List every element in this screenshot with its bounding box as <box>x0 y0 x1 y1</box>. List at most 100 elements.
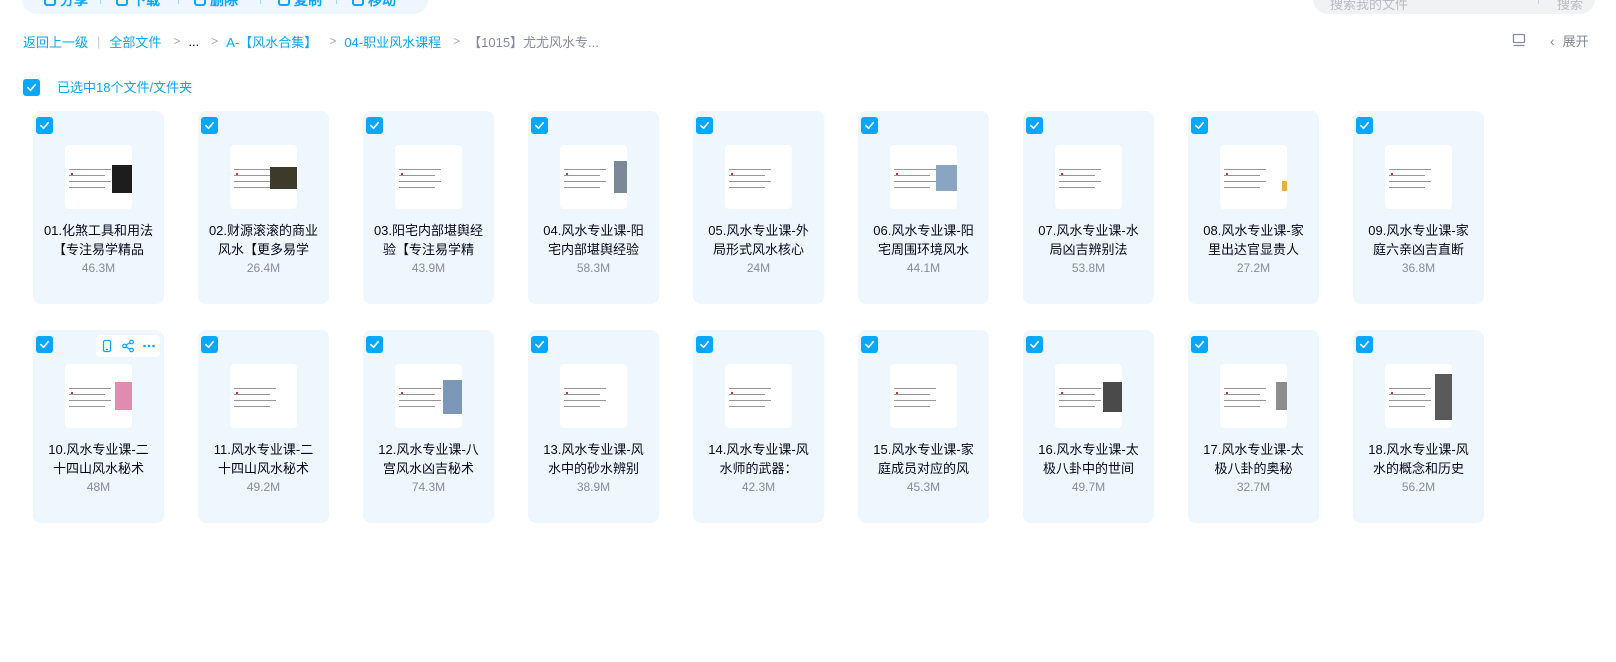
share-button[interactable]: 分享 <box>44 0 88 8</box>
file-card[interactable]: 01.化煞工具和用法 【专注易学精品 46.3M <box>33 111 164 304</box>
thumbnail-text-line <box>1059 394 1095 395</box>
file-card[interactable]: 06.风水专业课-阳 宅周围环境风水 44.1M <box>858 111 989 304</box>
file-card[interactable]: 14.风水专业课-风 水师的武器： 42.3M <box>693 330 824 523</box>
share-icon[interactable] <box>121 339 135 353</box>
file-card[interactable]: 08.风水专业课-家 里出达官显贵人 27.2M <box>1188 111 1319 304</box>
file-checkbox[interactable] <box>531 336 548 353</box>
thumbnail-text-line <box>1059 187 1095 188</box>
thumbnail-text-line <box>234 394 270 395</box>
file-checkbox[interactable] <box>1026 117 1043 134</box>
file-name[interactable]: 03.阳宅内部堪舆经 验【专注易学精 <box>371 221 486 259</box>
file-card[interactable]: 15.风水专业课-家 庭成员对应的风 45.3M <box>858 330 989 523</box>
file-name[interactable]: 01.化煞工具和用法 【专注易学精品 <box>41 221 156 259</box>
file-name[interactable]: 16.风水专业课-太 极八卦中的世间 <box>1031 440 1146 478</box>
file-name[interactable]: 10.风水专业课-二 十四山风水秘术 <box>41 440 156 478</box>
thumbnail-text-line <box>894 406 930 407</box>
file-name[interactable]: 06.风水专业课-阳 宅周围环境风水 <box>866 221 981 259</box>
thumbnail-text-line <box>1224 394 1260 395</box>
file-checkbox[interactable] <box>696 336 713 353</box>
download-button[interactable]: 下载 <box>116 0 160 8</box>
file-name[interactable]: 12.风水专业课-八 宫风水凶吉秘术 <box>371 440 486 478</box>
file-name-line: 庭六亲凶吉直断 <box>1372 242 1464 257</box>
file-checkbox[interactable] <box>201 336 218 353</box>
file-checkbox[interactable] <box>201 117 218 134</box>
file-checkbox[interactable] <box>1356 117 1373 134</box>
file-checkbox[interactable] <box>1191 117 1208 134</box>
thumbnail-text-line <box>894 187 930 188</box>
thumbnail-image <box>1103 382 1122 412</box>
file-name[interactable]: 02.财源滚滚的商业 风水【更多易学 <box>206 221 321 259</box>
copy-button[interactable]: 复制 <box>278 0 322 8</box>
file-card[interactable]: 07.风水专业课-水 局凶吉辨别法 53.8M <box>1023 111 1154 304</box>
file-name-line: 水的概念和历史 <box>1372 461 1464 476</box>
file-checkbox[interactable] <box>36 117 53 134</box>
file-card[interactable]: 16.风水专业课-太 极八卦中的世间 49.7M <box>1023 330 1154 523</box>
thumbnail-text-line <box>69 388 111 389</box>
file-name[interactable]: 08.风水专业课-家 里出达官显贵人 <box>1196 221 1311 259</box>
file-card[interactable]: 11.风水专业课-二 十四山风水秘术 49.2M <box>198 330 329 523</box>
file-thumbnail <box>230 364 297 428</box>
phone-icon[interactable] <box>100 339 114 353</box>
search-button[interactable]: 搜索 <box>1557 0 1583 13</box>
file-checkbox[interactable] <box>531 117 548 134</box>
thumbnail-text-line <box>1059 181 1101 182</box>
breadcrumb-level1[interactable]: A-【风水合集】 <box>226 32 317 51</box>
file-checkbox[interactable] <box>1356 336 1373 353</box>
thumbnail-mark <box>401 392 403 394</box>
file-checkbox[interactable] <box>366 117 383 134</box>
file-name[interactable]: 07.风水专业课-水 局凶吉辨别法 <box>1031 221 1146 259</box>
file-checkbox[interactable] <box>366 336 383 353</box>
file-name[interactable]: 14.风水专业课-风 水师的武器： <box>701 440 816 478</box>
file-name-line: 局凶吉辨别法 <box>1049 242 1128 257</box>
thumbnail-mark <box>896 173 898 175</box>
file-name[interactable]: 15.风水专业课-家 庭成员对应的风 <box>866 440 981 478</box>
file-size: 46.3M <box>81 261 116 275</box>
breadcrumb-level2[interactable]: 04-职业风水课程 <box>344 32 441 51</box>
thumbnail-mark <box>236 392 238 394</box>
file-name[interactable]: 17.风水专业课-太 极八卦的奥秘 <box>1196 440 1311 478</box>
select-all-checkbox[interactable] <box>23 79 40 96</box>
file-checkbox[interactable] <box>861 117 878 134</box>
file-name[interactable]: 18.风水专业课-风 水的概念和历史 <box>1361 440 1476 478</box>
download-label: 下载 <box>132 0 160 8</box>
thumbnail-text-line <box>729 400 771 401</box>
file-size: 42.3M <box>741 480 776 494</box>
file-card[interactable]: 09.风水专业课-家 庭六亲凶吉直断 36.8M <box>1353 111 1484 304</box>
thumbnail-text-line <box>1389 388 1431 389</box>
file-name-line: 水中的砂水辨别 <box>547 461 639 476</box>
file-card[interactable]: 13.风水专业课-风 水中的砂水辨别 38.9M <box>528 330 659 523</box>
file-thumbnail <box>1055 364 1122 428</box>
delete-button[interactable]: 删除 <box>194 0 238 8</box>
file-card[interactable]: 04.风水专业课-阳 宅内部堪舆经验 58.3M <box>528 111 659 304</box>
back-link[interactable]: 返回上一级 <box>23 32 88 51</box>
file-card[interactable]: 02.财源滚滚的商业 风水【更多易学 26.4M <box>198 111 329 304</box>
search-placeholder: 搜索我的文件 <box>1330 0 1409 12</box>
file-card[interactable]: 18.风水专业课-风 水的概念和历史 56.2M <box>1353 330 1484 523</box>
thumbnail-text-line <box>729 181 771 182</box>
file-name[interactable]: 04.风水专业课-阳 宅内部堪舆经验 <box>536 221 651 259</box>
file-checkbox[interactable] <box>1191 336 1208 353</box>
file-name[interactable]: 09.风水专业课-家 庭六亲凶吉直断 <box>1361 221 1476 259</box>
thumbnail-mark <box>1226 392 1228 394</box>
file-checkbox[interactable] <box>696 117 713 134</box>
file-card[interactable]: 10.风水专业课-二 十四山风水秘术 48M <box>33 330 164 523</box>
thumbnail-text-line <box>234 388 276 389</box>
file-checkbox[interactable] <box>1026 336 1043 353</box>
file-name[interactable]: 13.风水专业课-风 水中的砂水辨别 <box>536 440 651 478</box>
file-name[interactable]: 11.风水专业课-二 十四山风水秘术 <box>206 440 321 478</box>
thumbnail-text-line <box>894 175 930 176</box>
file-card[interactable]: 05.风水专业课-外 局形式风水核心 24M <box>693 111 824 304</box>
thumbnail-text-line <box>1224 406 1260 407</box>
list-view-icon[interactable] <box>1512 33 1526 47</box>
move-button[interactable]: 移动 <box>352 0 396 8</box>
file-name[interactable]: 05.风水专业课-外 局形式风水核心 <box>701 221 816 259</box>
file-card[interactable]: 03.阳宅内部堪舆经 验【专注易学精 43.9M <box>363 111 494 304</box>
file-checkbox[interactable] <box>36 336 53 353</box>
more-icon[interactable] <box>142 339 156 353</box>
breadcrumb-root[interactable]: 全部文件 <box>109 32 161 51</box>
file-checkbox[interactable] <box>861 336 878 353</box>
file-card[interactable]: 12.风水专业课-八 宫风水凶吉秘术 74.3M <box>363 330 494 523</box>
file-card[interactable]: 17.风水专业课-太 极八卦的奥秘 32.7M <box>1188 330 1319 523</box>
breadcrumb-ellipsis[interactable]: ... <box>188 34 199 49</box>
expand-button[interactable]: ‹ 展开 <box>1550 31 1589 50</box>
